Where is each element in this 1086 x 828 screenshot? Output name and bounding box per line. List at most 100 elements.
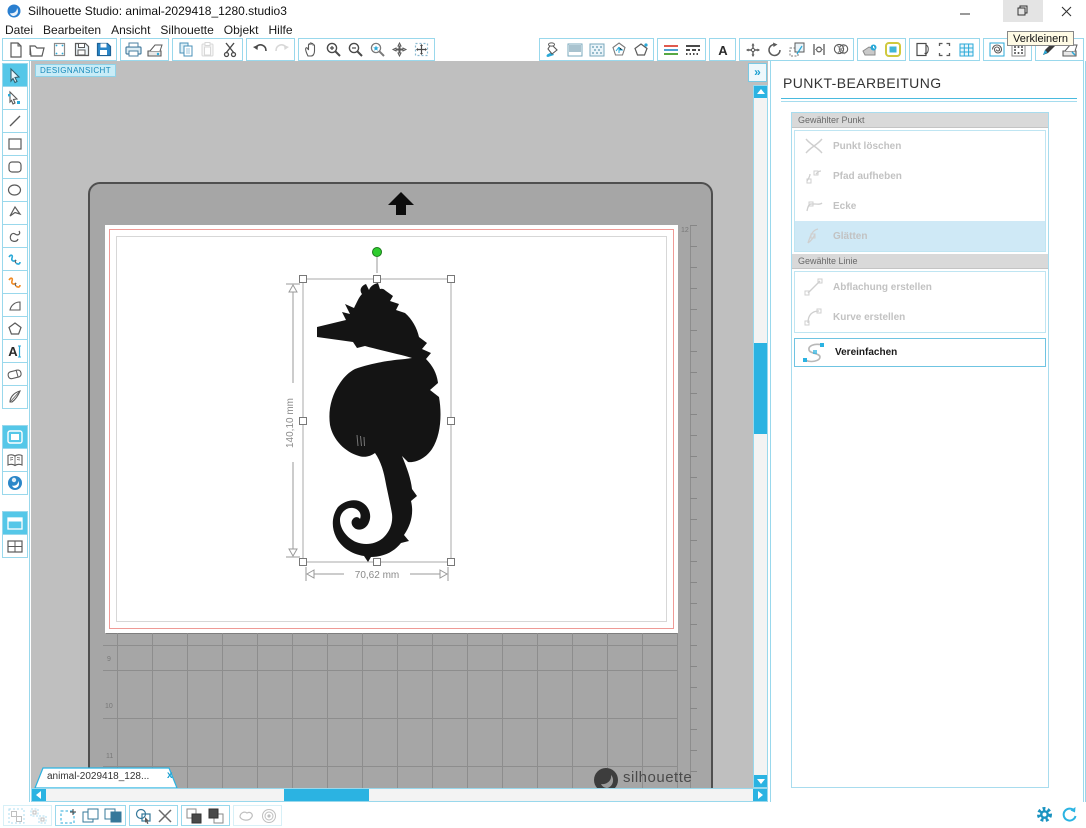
button-corner[interactable]: Ecke [795, 191, 1045, 221]
tool-library[interactable] [2, 448, 28, 472]
redo-icon[interactable] [273, 41, 290, 58]
pan-icon[interactable] [303, 41, 320, 58]
new-document-icon[interactable] [7, 41, 24, 58]
design-canvas[interactable]: 12 9 10 11 silhouette 140,10 mm [31, 61, 768, 802]
text-style-icon[interactable]: A [714, 41, 731, 58]
tool-rounded-rectangle[interactable] [2, 155, 28, 179]
send-to-silhouette-icon[interactable] [147, 41, 164, 58]
horizontal-scroll-thumb[interactable] [284, 789, 369, 801]
panel-grid-setup[interactable] [2, 534, 28, 558]
fill-pattern-icon[interactable] [588, 41, 605, 58]
tool-smooth-freehand[interactable] [2, 270, 28, 294]
paste-icon[interactable] [199, 41, 216, 58]
spacing-icon[interactable] [810, 41, 827, 58]
scroll-right-icon[interactable] [753, 789, 767, 801]
open-template-icon[interactable] [51, 41, 68, 58]
zoom-selection-icon[interactable] [369, 41, 386, 58]
weld-icon[interactable] [832, 41, 849, 58]
scroll-up-icon[interactable] [754, 86, 767, 98]
button-simplify[interactable]: Vereinfachen [794, 338, 1046, 367]
button-make-flat[interactable]: Abflachung erstellen [795, 272, 1045, 302]
fill-effect-icon[interactable] [610, 41, 627, 58]
open-file-icon[interactable] [29, 41, 46, 58]
preferences-gear-icon[interactable] [1036, 806, 1053, 823]
pixscan-icon[interactable] [988, 41, 1005, 58]
fit-to-page-icon[interactable] [413, 41, 430, 58]
close-button[interactable] [1046, 0, 1086, 22]
tool-ellipse[interactable] [2, 178, 28, 202]
page-flip-icon[interactable] [914, 41, 931, 58]
seahorse-silhouette[interactable] [317, 283, 441, 562]
tool-regular-polygon[interactable] [2, 316, 28, 340]
minimize-button[interactable] [945, 0, 985, 22]
menu-objekt[interactable]: Objekt [224, 22, 267, 38]
ungroup-icon[interactable] [30, 807, 47, 824]
fill-color-icon[interactable] [544, 41, 561, 58]
print-icon[interactable] [125, 41, 142, 58]
select-trace-area-icon[interactable] [60, 807, 77, 824]
button-delete-point[interactable]: Punkt löschen [795, 131, 1045, 161]
line-style-icon[interactable] [684, 41, 701, 58]
tool-freehand[interactable] [2, 247, 28, 271]
document-tab-label[interactable]: animal-2029418_128... [47, 771, 149, 782]
restore-button[interactable] [1003, 0, 1043, 22]
delete-icon[interactable] [156, 807, 173, 824]
send-to-back-icon[interactable] [208, 807, 225, 824]
menu-ansicht[interactable]: Ansicht [111, 22, 158, 38]
undo-icon[interactable] [251, 41, 268, 58]
line-polygon-icon[interactable] [632, 41, 649, 58]
button-make-curve[interactable]: Kurve erstellen [795, 302, 1045, 332]
tool-store[interactable] [2, 471, 28, 495]
panel-expand-button[interactable]: » [748, 63, 767, 82]
save-library-icon[interactable] [95, 41, 112, 58]
rotate-icon[interactable] [766, 41, 783, 58]
menu-hilfe[interactable]: Hilfe [268, 22, 300, 38]
tool-point-edit[interactable] [2, 86, 28, 110]
scroll-left-icon[interactable] [32, 789, 46, 801]
shadow-icon[interactable] [862, 41, 879, 58]
cut-icon[interactable] [221, 41, 238, 58]
button-smooth[interactable]: Glätten [795, 221, 1045, 251]
rotate-handle[interactable] [373, 248, 382, 257]
bring-to-front-icon[interactable] [186, 807, 203, 824]
tool-line[interactable] [2, 109, 28, 133]
duplicate-mirror-icon[interactable] [104, 807, 121, 824]
vertical-scrollbar[interactable] [753, 85, 768, 788]
tool-eraser[interactable] [2, 362, 28, 386]
scale-icon[interactable] [788, 41, 805, 58]
offset-icon[interactable] [884, 41, 901, 58]
menu-silhouette[interactable]: Silhouette [160, 22, 221, 38]
tool-rectangle[interactable] [2, 132, 28, 156]
zoom-in-icon[interactable] [325, 41, 342, 58]
line-color-icon[interactable] [662, 41, 679, 58]
sync-icon[interactable] [1061, 806, 1078, 823]
fill-solid-icon[interactable] [566, 41, 583, 58]
tab-close-icon[interactable]: x [167, 770, 173, 781]
scroll-down-icon[interactable] [754, 775, 767, 787]
compound-path-icon[interactable] [134, 807, 151, 824]
object-outline-icon[interactable] [260, 807, 277, 824]
tool-curve[interactable] [2, 224, 28, 248]
move-icon[interactable] [744, 41, 761, 58]
tool-mat-setup[interactable] [2, 425, 28, 449]
button-break-path[interactable]: Pfad aufheben [795, 161, 1045, 191]
document-tab[interactable]: animal-2029418_128... x [31, 767, 231, 789]
duplicate-icon[interactable] [82, 807, 99, 824]
weld-shapes-icon[interactable] [238, 807, 255, 824]
vertical-scroll-thumb[interactable] [754, 343, 767, 434]
panel-page-setup[interactable] [2, 511, 28, 535]
tool-knife[interactable] [2, 385, 28, 409]
tool-text[interactable]: A [2, 339, 28, 363]
grid-icon[interactable] [958, 41, 975, 58]
drag-zoom-icon[interactable] [391, 41, 408, 58]
tool-select[interactable] [2, 63, 28, 87]
save-icon[interactable] [73, 41, 90, 58]
zoom-out-icon[interactable] [347, 41, 364, 58]
menu-datei[interactable]: Datei [5, 22, 41, 38]
group-icon[interactable] [8, 807, 25, 824]
menu-bearbeiten[interactable]: Bearbeiten [43, 22, 109, 38]
tool-polygon[interactable] [2, 201, 28, 225]
horizontal-scrollbar[interactable] [31, 788, 768, 802]
page-crop-icon[interactable] [936, 41, 953, 58]
tool-arc[interactable] [2, 293, 28, 317]
